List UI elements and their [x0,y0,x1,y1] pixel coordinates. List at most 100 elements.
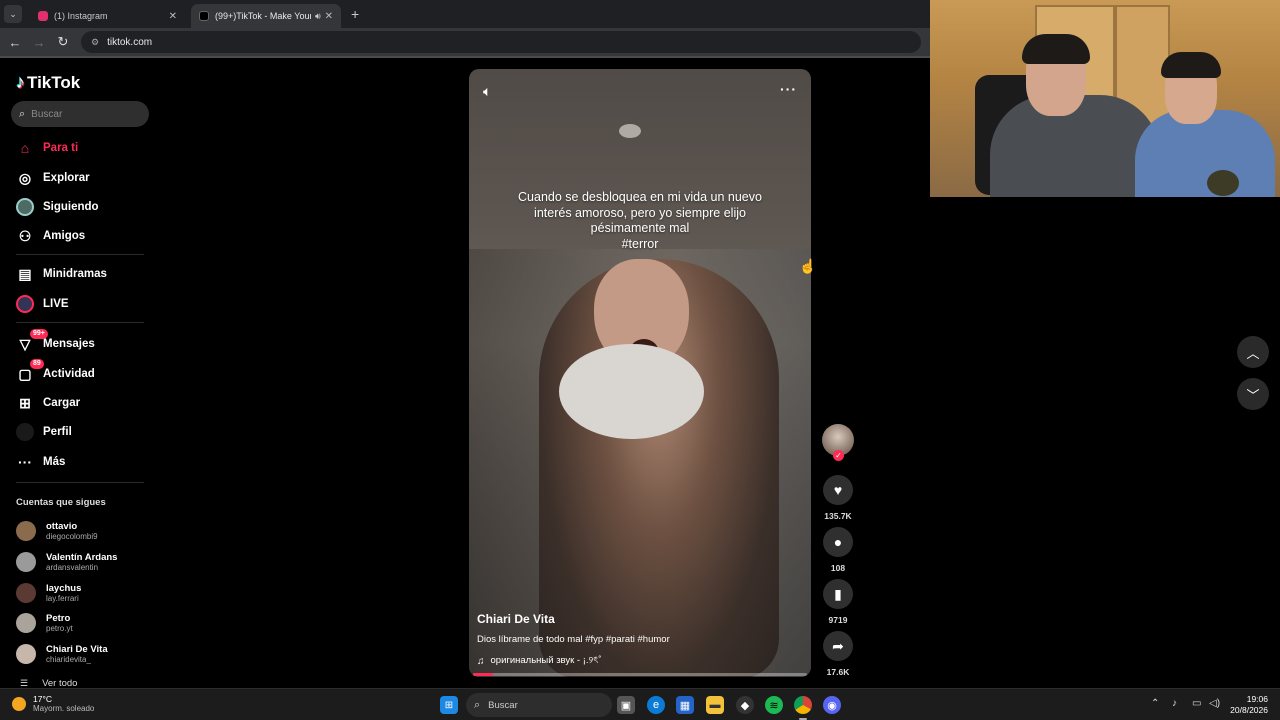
nav-label: Amigos [43,230,86,242]
messages-badge: 99+ [30,329,48,339]
save-button[interactable]: ▮ [823,579,853,609]
nav-minidramas[interactable]: ▤ Minidramas [16,263,107,285]
like-button[interactable]: ♥ [823,475,853,505]
tab-search-button[interactable]: ⌄ [4,5,22,23]
more-options-icon[interactable]: ··· [780,81,797,97]
webcam-person-left-hair [1022,34,1090,64]
comment-button[interactable]: ● [823,527,853,557]
tab-instagram[interactable]: (1) Instagram ✕ [30,4,185,28]
nav-explorar[interactable]: ◎ Explorar [16,167,90,189]
taskbar-search[interactable]: ⌕ Buscar [466,693,612,717]
time: 19:06 [1246,694,1268,704]
sidebar-divider [16,322,144,323]
edge-icon[interactable]: e [647,696,665,714]
windows-start-icon[interactable]: ⊞ [440,696,458,714]
nav-label: Para ti [43,142,79,154]
following-account[interactable]: Chiari De Vita chiaridevita_ [16,641,108,667]
search-icon: ⌕ [19,107,26,120]
previous-video-button[interactable]: ︿ [1237,336,1269,368]
tab-tiktok[interactable]: (99+)TikTok - Make Your Da 🔊︎ ✕ [191,4,341,28]
live-icon [16,295,34,313]
video-player[interactable]: 🔈︎ ··· Cuando se desbloquea en mi vida u… [469,69,811,677]
comment-count: 108 [830,563,846,573]
friends-icon: ⚇ [18,227,32,244]
home-icon: ⌂ [20,140,30,156]
tiktok-logo[interactable]: ♪ TikTok [16,72,80,93]
video-sound[interactable]: ♫ оригинальный звук - ¡.୨ৎ˚ [477,654,602,669]
store-icon[interactable]: ▦ [676,696,694,714]
account-handle: diegocolombi9 [46,531,98,541]
nav-para-ti[interactable]: ⌂ Para ti [16,137,78,159]
tray-overflow-icon[interactable]: ⌃ [1151,698,1159,709]
account-name: laychus [46,582,82,594]
new-tab-button[interactable]: + [351,6,359,22]
nav-amigos[interactable]: ⚇ Amigos [16,225,85,247]
volume-icon[interactable]: 🔈︎ [483,83,491,100]
close-tab-icon[interactable]: ✕ [325,11,333,22]
video-description: Dios líbrame de todo mal #fyp #parati #h… [477,634,670,645]
heart-icon: ♥ [833,482,843,498]
more-icon: ··· [18,454,32,470]
browser-toolbar: ← → ↻ ⚙ tiktok.com [0,28,930,56]
video-caption-overlay: Cuando se desbloquea en mi vida un nuevo… [518,190,762,251]
back-button[interactable]: ← [3,35,27,50]
forward-button[interactable]: → [27,35,51,50]
clock[interactable]: 19:06 20/8/2026 [1228,694,1268,716]
nav-live[interactable]: LIVE [16,293,69,315]
compass-icon: ◎ [18,169,32,186]
instagram-favicon-icon [38,11,48,21]
avatar [16,552,36,572]
address-bar[interactable]: ⚙ tiktok.com [81,31,921,53]
sidebar-divider [16,482,144,483]
following-avatar-icon [16,198,34,216]
network-icon[interactable]: ▭ [1192,698,1201,709]
tab-audio-icon[interactable]: 🔊︎ [315,11,321,22]
share-button[interactable]: ➦ [823,631,853,661]
sidebar-divider [16,254,144,255]
file-explorer-icon[interactable]: ▬ [706,696,724,714]
chrome-icon[interactable] [794,696,812,714]
profile-icon [16,423,34,441]
video-ceiling-light [619,124,641,138]
nav-siguiendo[interactable]: Siguiendo [16,196,99,218]
nav-perfil[interactable]: Perfil [16,421,72,443]
next-video-button[interactable]: ﹀ [1237,378,1269,410]
nav-mensajes[interactable]: ▽ 99+ Mensajes [16,329,95,355]
follow-plus-icon[interactable]: ✓ [833,450,844,461]
sidebar: ♪ TikTok ⌕ Buscar ⌂ Para ti ◎ Explorar S… [0,58,160,689]
brand-name: TikTok [27,72,81,92]
app-icon[interactable]: ◆ [736,696,754,714]
taskbar: 17°C Mayorm. soleado ⊞ ⌕ Buscar ▣ e ▦ ▬ … [0,688,1280,720]
nav-mas[interactable]: ··· Más [16,451,65,473]
bookmark-icon: ▮ [834,585,842,602]
discord-icon[interactable]: ◉ [823,696,841,714]
like-count: 135.7K [824,511,852,521]
following-header: Cuentas que sigues [16,497,106,508]
weather-widget[interactable]: 17°C Mayorm. soleado [12,694,94,714]
close-tab-icon[interactable]: ✕ [169,11,177,22]
site-info-icon[interactable]: ⚙ [91,37,99,48]
minidramas-icon: ▤ [18,265,32,282]
chevron-down-icon: ﹀ [1246,387,1260,403]
following-account[interactable]: ottavio diegocolombi9 [16,518,98,544]
task-view-icon[interactable]: ▣ [617,696,635,714]
video-author[interactable]: Chiari De Vita [477,612,555,626]
search-input[interactable]: ⌕ Buscar [11,101,149,127]
account-handle: lay.ferrari [46,593,79,603]
reload-button[interactable]: ↻ [51,34,75,50]
spotify-icon[interactable]: ≋ [765,696,783,714]
video-progress-bar[interactable] [473,673,807,676]
nav-actividad[interactable]: ▢ 89 Actividad [16,359,95,385]
volume-icon[interactable]: ◁) [1209,698,1220,709]
nav-cargar[interactable]: ⊞ Cargar [16,392,80,414]
following-account[interactable]: laychus lay.ferrari [16,580,81,606]
following-account[interactable]: Valentín Ardans ardansvalentin [16,549,117,575]
account-name: Valentín Ardans [46,551,118,563]
search-placeholder: Buscar [31,108,63,120]
microphone-icon[interactable]: ♪ [1172,698,1177,709]
webcam-overlay [930,0,1280,197]
following-account[interactable]: Petro petro.yt [16,610,73,636]
taskbar-search-placeholder: Buscar [488,699,518,711]
tiktok-favicon-icon [199,11,209,21]
sun-icon [12,697,26,711]
